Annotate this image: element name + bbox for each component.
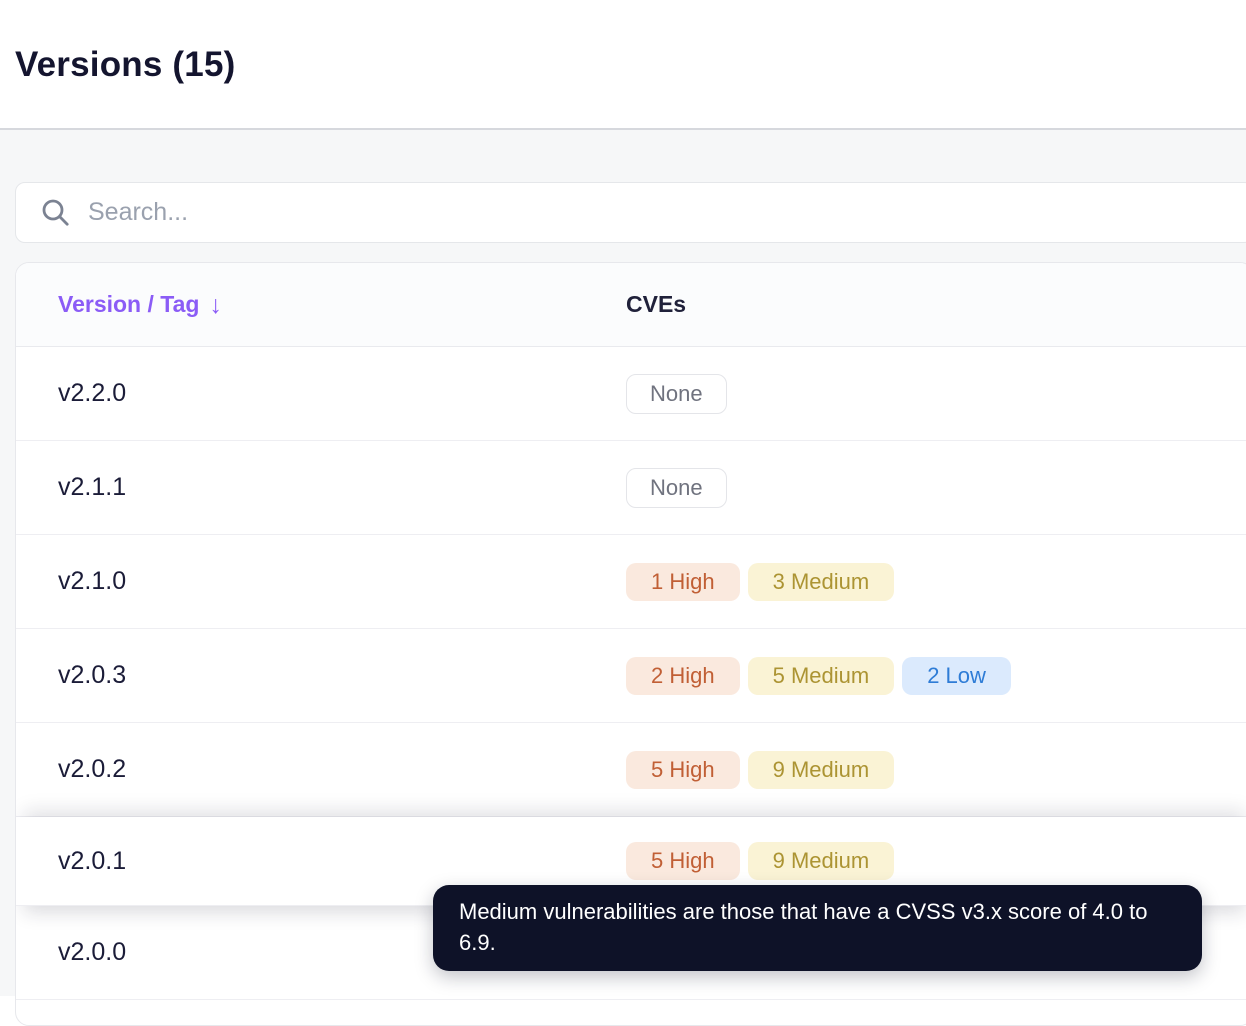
cve-badge-medium[interactable]: 9 Medium: [747, 750, 895, 789]
cve-badge-none[interactable]: None: [626, 467, 727, 508]
cve-badge-high[interactable]: 5 High: [626, 842, 740, 880]
page-title: Versions (15): [15, 45, 236, 85]
cve-badge-none[interactable]: None: [626, 373, 727, 414]
cve-badge-medium[interactable]: 9 Medium: [747, 842, 895, 880]
table-row[interactable]: v2.0.3 2 High 5 Medium 2 Low: [16, 629, 1246, 723]
search-box[interactable]: [15, 182, 1246, 243]
version-label: v2.0.2: [58, 755, 127, 783]
version-label: v2.2.0: [58, 379, 127, 407]
cve-badges: 5 High 9 Medium: [626, 750, 895, 789]
search-icon: [42, 199, 69, 226]
cve-badge-medium[interactable]: 5 Medium: [747, 656, 895, 695]
cve-badge-high[interactable]: 1 High: [626, 562, 740, 601]
cve-badge-high[interactable]: 2 High: [626, 656, 740, 695]
medium-cve-tooltip: Medium vulnerabilities are those that ha…: [433, 885, 1202, 971]
version-label: v2.1.0: [58, 567, 127, 595]
cve-badges: None: [626, 467, 727, 508]
table-header-row: Version / Tag ↓ CVEs: [16, 263, 1246, 347]
cve-badge-medium[interactable]: 3 Medium: [747, 562, 895, 601]
cve-badges: 5 High 9 Medium: [626, 842, 895, 880]
column-header-version-label: Version / Tag: [58, 291, 200, 317]
tooltip-text: Medium vulnerabilities are those that ha…: [459, 899, 1148, 955]
version-label: v2.0.0: [58, 938, 127, 966]
table-row[interactable]: v2.1.0 1 High 3 Medium: [16, 535, 1246, 629]
table-row[interactable]: v2.1.1 None: [16, 441, 1246, 535]
table-row[interactable]: v2.0.2 5 High 9 Medium: [16, 723, 1246, 817]
search-input[interactable]: [86, 197, 1246, 228]
top-header-bar: Versions (15): [0, 0, 1246, 130]
version-label: v2.0.1: [58, 846, 127, 875]
cve-badge-low[interactable]: 2 Low: [902, 656, 1011, 695]
sort-by-version-button[interactable]: Version / Tag ↓: [58, 290, 222, 319]
cve-badges: 1 High 3 Medium: [626, 562, 895, 601]
column-header-version: Version / Tag ↓: [16, 290, 626, 319]
column-header-cves: CVEs: [626, 291, 687, 317]
cve-badges: None: [626, 373, 727, 414]
sort-desc-arrow-icon: ↓: [209, 291, 222, 319]
cve-badges: 2 High 5 Medium 2 Low: [626, 656, 1011, 695]
cve-badge-high[interactable]: 5 High: [626, 750, 740, 789]
table-row[interactable]: v2.2.0 None: [16, 347, 1246, 441]
version-label: v2.1.1: [58, 473, 127, 501]
version-label: v2.0.3: [58, 661, 127, 689]
